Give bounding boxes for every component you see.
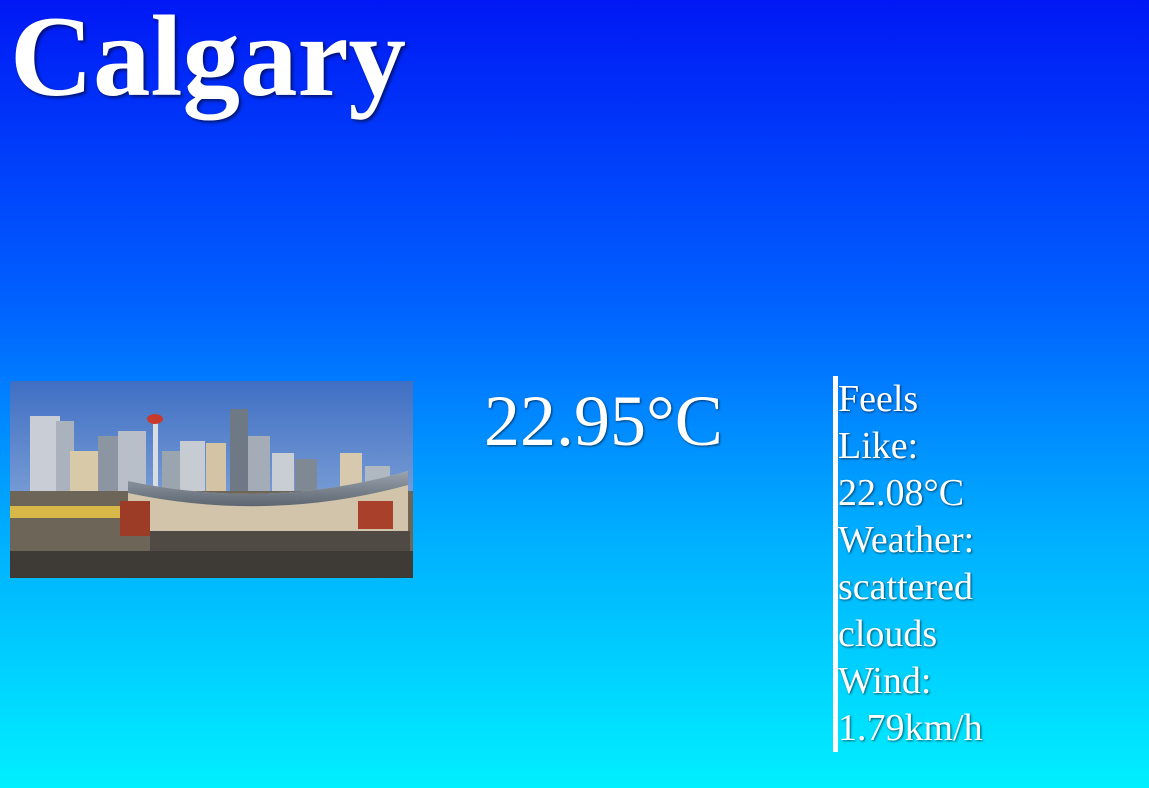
weather-condition-text: Weather: scattered clouds bbox=[838, 519, 975, 655]
feels-like-text: Feels Like: 22.08°C bbox=[838, 378, 965, 514]
wind-speed-text: Wind: 1.79km/h bbox=[838, 660, 983, 749]
skyline-image bbox=[10, 381, 413, 578]
city-name-heading: Calgary bbox=[10, 0, 407, 120]
city-skyline-photo bbox=[10, 381, 413, 578]
current-temperature: 22.95°C bbox=[484, 381, 723, 461]
weather-details-panel: Feels Like: 22.08°C Weather: scattered c… bbox=[833, 376, 998, 752]
